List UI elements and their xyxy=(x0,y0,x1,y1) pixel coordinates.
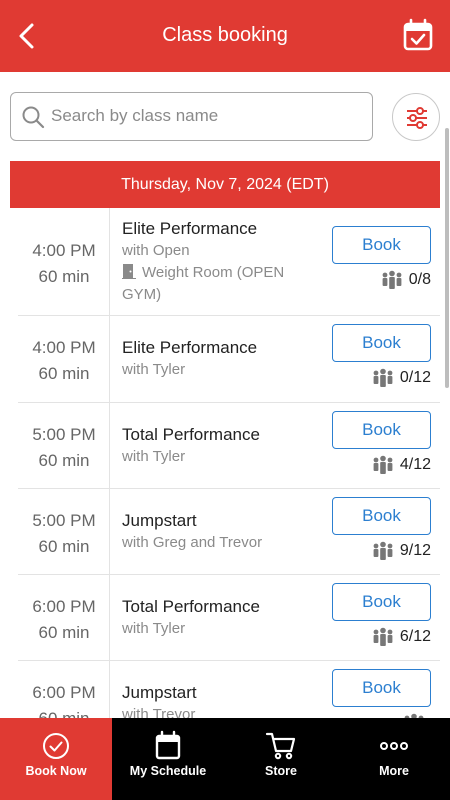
people-icon xyxy=(373,541,393,560)
time-column: 4:00 PM 60 min xyxy=(18,316,110,402)
duration: 60 min xyxy=(38,364,90,383)
capacity: 0/8 xyxy=(381,270,431,290)
filter-button[interactable] xyxy=(392,93,440,141)
class-row: 4:00 PM 60 min Elite Performance with Op… xyxy=(18,208,440,316)
instructor: with Open xyxy=(122,242,190,259)
class-name: Jumpstart xyxy=(122,683,197,702)
start-time: 4:00 PM xyxy=(32,338,96,357)
start-time: 6:00 PM xyxy=(32,683,96,702)
start-time: 5:00 PM xyxy=(32,511,96,530)
book-button[interactable]: Book xyxy=(332,411,431,449)
instructor: with Tyler xyxy=(122,361,186,378)
instructor: with Tyler xyxy=(122,448,186,465)
duration: 60 min xyxy=(38,451,90,470)
tab-label: My Schedule xyxy=(129,764,207,778)
instructor: with Tyler xyxy=(122,620,186,637)
start-time: 4:00 PM xyxy=(32,241,96,260)
duration: 60 min xyxy=(38,537,90,556)
start-time: 5:00 PM xyxy=(32,425,96,444)
class-name: Total Performance xyxy=(122,597,260,616)
tab-my-schedule[interactable]: My Schedule xyxy=(112,718,224,800)
class-name: Elite Performance xyxy=(122,338,258,357)
tab-book-now[interactable]: Book Now xyxy=(0,718,112,800)
capacity: 4/12 xyxy=(372,455,431,475)
search-box xyxy=(10,92,373,141)
book-button[interactable]: Book xyxy=(332,226,431,264)
people-icon xyxy=(373,368,393,387)
sliders-icon xyxy=(407,107,427,129)
search-icon xyxy=(22,106,45,129)
duration: 60 min xyxy=(38,267,90,286)
tab-store[interactable]: Store xyxy=(225,718,337,800)
bottom-tab-bar: Book Now My Schedule Store More xyxy=(0,718,450,800)
capacity-value: 4/12 xyxy=(399,456,431,473)
people-icon xyxy=(382,270,402,289)
class-row: 4:00 PM 60 min Elite Performance with Ty… xyxy=(18,316,440,403)
tab-label: Book Now xyxy=(25,764,87,778)
calendar-icon xyxy=(155,730,181,760)
tab-label: Store xyxy=(265,764,297,778)
class-name: Elite Performance xyxy=(122,219,258,238)
instructor: with Greg and Trevor xyxy=(122,534,263,551)
page-title: Class booking xyxy=(162,24,288,46)
app-header: Class booking xyxy=(0,0,450,72)
door-icon xyxy=(122,264,136,279)
capacity-value: 6/12 xyxy=(399,628,431,645)
duration: 60 min xyxy=(38,623,90,642)
book-button[interactable]: Book xyxy=(332,497,431,535)
start-time: 6:00 PM xyxy=(32,597,96,616)
class-row: 6:00 PM 60 min Total Performance with Ty… xyxy=(18,575,440,661)
class-row: 5:00 PM 60 min Total Performance with Ty… xyxy=(18,403,440,489)
location-label: Weight Room (OPEN GYM) xyxy=(122,264,285,303)
tab-more[interactable]: More xyxy=(338,718,450,800)
time-column: 4:00 PM 60 min xyxy=(18,208,110,315)
time-column: 5:00 PM 60 min xyxy=(18,489,110,574)
people-icon xyxy=(373,627,393,646)
book-button[interactable]: Book xyxy=(332,583,431,621)
book-button[interactable]: Book xyxy=(332,324,431,362)
search-input[interactable] xyxy=(51,101,361,131)
book-button[interactable]: Book xyxy=(332,669,431,707)
class-row: 6:00 PM 60 min Jumpstart with Trevor Boo… xyxy=(18,661,440,718)
capacity: 0/12 xyxy=(372,368,431,388)
instructor: with Trevor xyxy=(122,706,196,718)
class-name: Jumpstart xyxy=(122,511,197,530)
duration: 60 min xyxy=(18,709,110,718)
class-row: 5:00 PM 60 min Jumpstart with Greg and T… xyxy=(18,489,440,575)
time-column: 6:00 PM 60 min xyxy=(18,575,110,660)
class-name: Total Performance xyxy=(122,425,260,444)
capacity-value: 0/12 xyxy=(399,369,431,386)
capacity: 6/12 xyxy=(372,627,431,647)
more-dots-icon xyxy=(380,742,408,750)
capacity-value: 9/12 xyxy=(399,542,431,559)
time-column: 5:00 PM 60 min xyxy=(18,403,110,488)
location: Weight Room (OPEN GYM) xyxy=(122,262,322,306)
date-header: Thursday, Nov 7, 2024 (EDT) xyxy=(10,161,440,208)
time-column: 6:00 PM 60 min xyxy=(18,661,110,718)
cart-icon xyxy=(265,732,296,760)
class-list: 4:00 PM 60 min Elite Performance with Op… xyxy=(0,208,450,718)
capacity: 9/12 xyxy=(372,541,431,561)
calendar-check-icon xyxy=(403,18,433,51)
check-circle-icon xyxy=(43,733,69,759)
tab-label: More xyxy=(379,764,409,778)
calendar-button[interactable] xyxy=(402,18,434,52)
capacity-value: 0/8 xyxy=(408,271,431,288)
people-icon xyxy=(373,455,393,474)
